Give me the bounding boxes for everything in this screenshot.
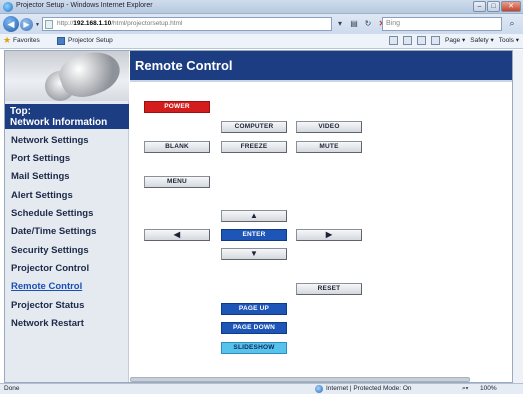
blank-button[interactable]: BLANK — [144, 141, 210, 153]
feeds-icon[interactable] — [403, 36, 412, 45]
top-label-line2: Network Information — [10, 117, 108, 128]
page-icon — [45, 20, 53, 29]
computer-button[interactable]: COMPUTER — [221, 121, 287, 133]
tab-projector-setup[interactable]: Projector Setup — [68, 37, 113, 44]
compat-view-icon[interactable]: ▤ — [348, 18, 360, 30]
internet-zone-icon — [315, 385, 323, 393]
address-input[interactable]: http://192.168.1.10/html/projectorsetup.… — [42, 17, 332, 31]
page-content: Top: Network Information Network Setting… — [4, 50, 513, 383]
command-bar: Page ▾ Safety ▾ Tools ▾ — [389, 36, 519, 45]
sidebar-item-datetime-settings[interactable]: Date/Time Settings — [11, 226, 96, 237]
refresh-icon[interactable]: ↻ — [362, 18, 374, 30]
mute-button[interactable]: MUTE — [296, 141, 362, 153]
left-arrow-button[interactable]: ◀ — [144, 229, 210, 241]
arrow-up-icon: ▲ — [249, 211, 259, 220]
sidebar-item-alert-settings[interactable]: Alert Settings — [11, 190, 73, 201]
down-arrow-button[interactable]: ▼ — [221, 248, 287, 260]
print-icon[interactable] — [431, 36, 440, 45]
status-bar: Done Internet | Protected Mode: On ⌕▾ 10… — [0, 383, 523, 394]
back-button[interactable]: ◀ — [3, 16, 19, 32]
sidebar-item-port-settings[interactable]: Port Settings — [11, 153, 70, 164]
enter-button[interactable]: ENTER — [221, 229, 287, 241]
history-dropdown-icon[interactable]: ▼ — [35, 22, 40, 28]
vertical-scrollbar[interactable] — [513, 50, 523, 383]
zoom-level[interactable]: 100% — [480, 385, 497, 392]
page-up-button[interactable]: PAGE UP — [221, 303, 287, 315]
security-zone-text: Internet | Protected Mode: On — [326, 385, 412, 392]
arrow-right-icon: ▶ — [325, 230, 333, 239]
arrow-down-icon: ▼ — [249, 249, 259, 258]
arrow-left-icon: ◀ — [173, 230, 181, 239]
search-placeholder: Bing — [386, 20, 401, 27]
horizontal-scrollbar[interactable] — [130, 377, 470, 382]
power-button[interactable]: POWER — [144, 101, 210, 113]
zoom-icon[interactable]: ⌕▾ — [462, 385, 468, 393]
up-arrow-button[interactable]: ▲ — [221, 210, 287, 222]
sidebar-item-schedule-settings[interactable]: Schedule Settings — [11, 208, 93, 219]
search-input[interactable]: Bing — [382, 17, 502, 31]
freeze-button[interactable]: FREEZE — [221, 141, 287, 153]
close-button[interactable]: ✕ — [501, 1, 521, 12]
sidebar-item-mail-settings[interactable]: Mail Settings — [11, 171, 70, 182]
maximize-button[interactable]: □ — [487, 1, 500, 12]
url-text: http://192.168.1.10/html/projectorsetup.… — [57, 20, 183, 27]
reset-button[interactable]: RESET — [296, 283, 362, 295]
page-header: Remote Control — [130, 51, 512, 80]
window-title-bar: Projector Setup - Windows Internet Explo… — [0, 0, 523, 14]
slideshow-button[interactable]: SLIDESHOW — [221, 342, 287, 354]
header-divider — [130, 80, 512, 82]
dropdown-icon[interactable]: ▾ — [334, 18, 346, 30]
forward-button[interactable]: ▶ — [20, 18, 33, 31]
page-menu[interactable]: Page ▾ — [445, 36, 465, 45]
video-button[interactable]: VIDEO — [296, 121, 362, 133]
main-panel: Remote Control POWER COMPUTER VIDEO BLAN… — [130, 51, 512, 382]
tab-page-icon — [57, 37, 65, 45]
right-arrow-button[interactable]: ▶ — [296, 229, 362, 241]
favorites-star-icon[interactable]: ★ — [3, 35, 11, 46]
sidebar: Top: Network Information Network Setting… — [5, 51, 129, 382]
favorites-bar: ★ Favorites Projector Setup Page ▾ Safet… — [0, 34, 523, 49]
sidebar-item-network-restart[interactable]: Network Restart — [11, 318, 84, 329]
sidebar-item-top[interactable]: Top: Network Information — [5, 104, 129, 129]
top-label-line1: Top: — [10, 106, 31, 117]
sidebar-item-security-settings[interactable]: Security Settings — [11, 245, 89, 256]
page-down-button[interactable]: PAGE DOWN — [221, 322, 287, 334]
safety-menu[interactable]: Safety ▾ — [470, 36, 494, 45]
sidebar-item-network-settings[interactable]: Network Settings — [11, 135, 89, 146]
window-title: Projector Setup - Windows Internet Explo… — [16, 2, 153, 9]
home-icon[interactable] — [389, 36, 398, 45]
page-title: Remote Control — [135, 58, 233, 73]
search-icon[interactable]: ⌕ — [506, 18, 518, 30]
logo-banner — [5, 51, 129, 101]
favorites-button[interactable]: Favorites — [13, 37, 40, 44]
tools-menu[interactable]: Tools ▾ — [499, 36, 519, 45]
status-text: Done — [4, 385, 20, 392]
window-controls: – □ ✕ — [473, 1, 521, 12]
sidebar-item-projector-status[interactable]: Projector Status — [11, 300, 84, 311]
ie-logo-icon — [3, 2, 13, 12]
address-toolbar: ◀ ▶ ▼ http://192.168.1.10/html/projector… — [0, 14, 523, 34]
menu-button[interactable]: MENU — [144, 176, 210, 188]
sidebar-item-remote-control[interactable]: Remote Control — [11, 281, 82, 292]
minimize-button[interactable]: – — [473, 1, 486, 12]
sidebar-item-projector-control[interactable]: Projector Control — [11, 263, 89, 274]
address-tools: ▾ ▤ ↻ ✕ — [334, 18, 388, 30]
mail-icon[interactable] — [417, 36, 426, 45]
